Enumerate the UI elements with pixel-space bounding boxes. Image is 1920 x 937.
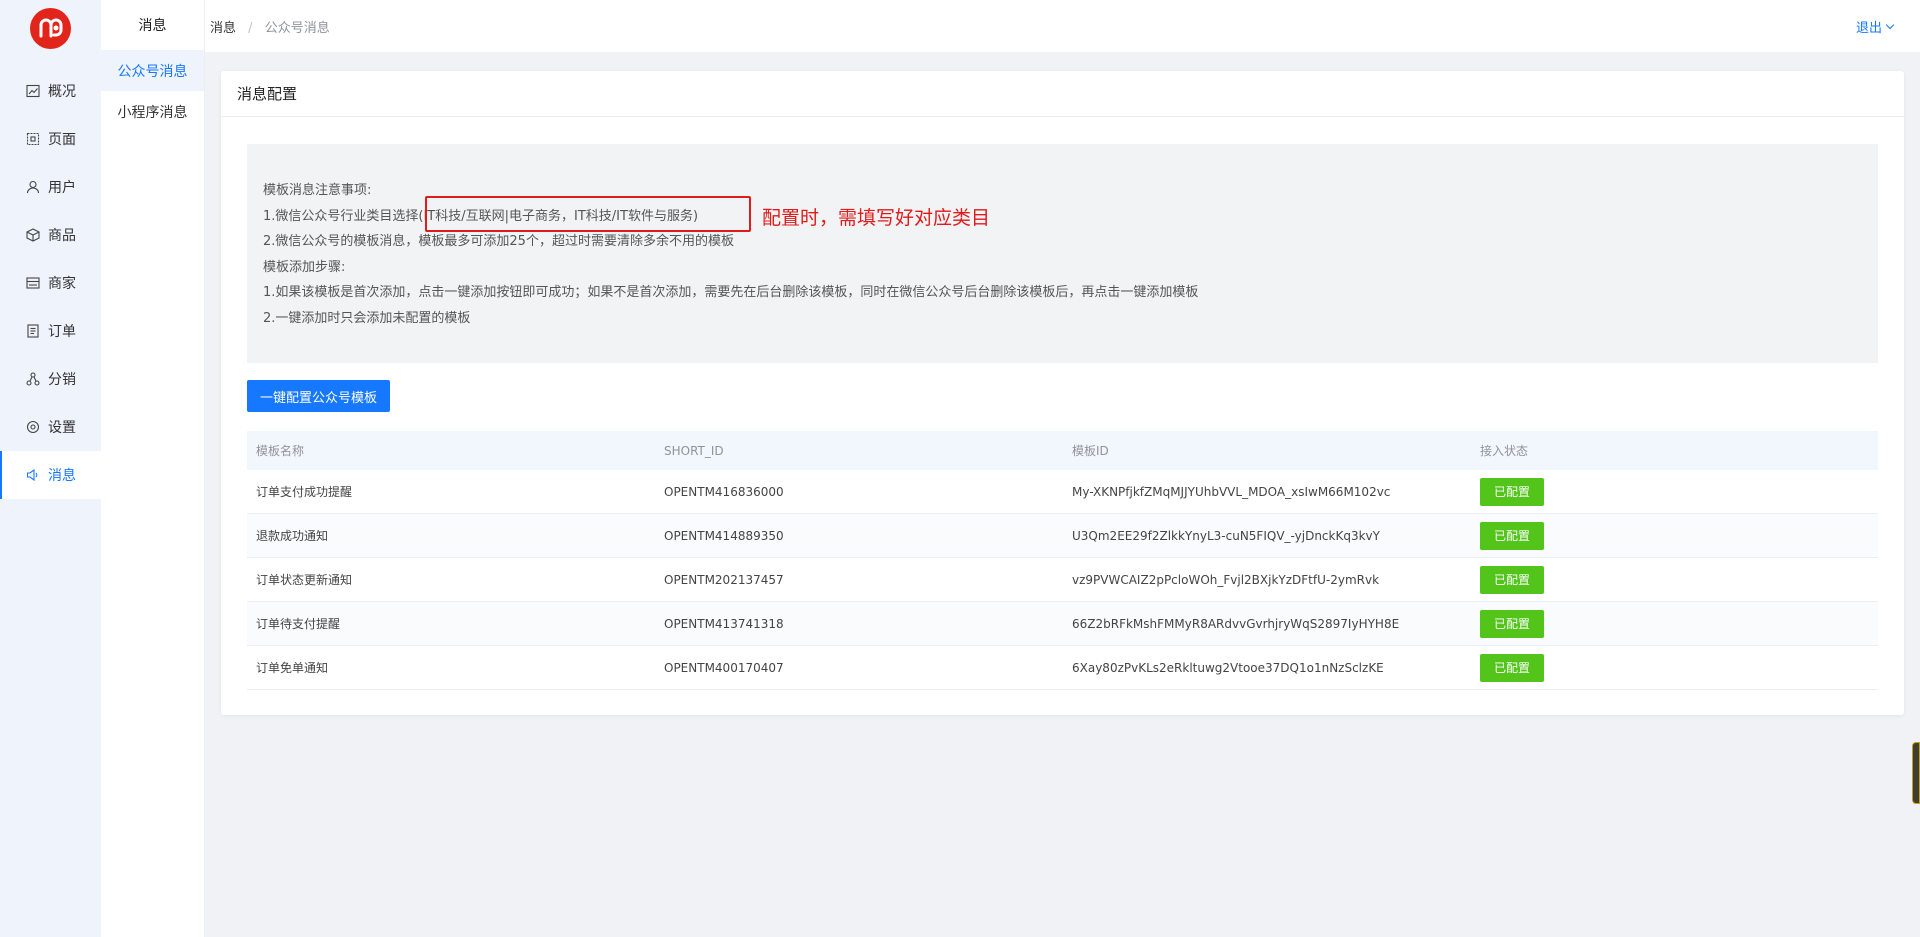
cell-template-id: vz9PVWCAIZ2pPcloWOh_Fvjl2BXjkYzDFtfU-2ym… bbox=[1072, 572, 1380, 587]
floating-side-handle[interactable] bbox=[1912, 742, 1920, 804]
cell-status: 已配置 bbox=[1471, 521, 1878, 550]
nav-item-products[interactable]: 商品 bbox=[0, 211, 101, 259]
table-row: 订单免单通知 OPENTM400170407 6Xay80zPvKLs2eRkl… bbox=[247, 646, 1878, 690]
annotation-text: 配置时，需填写好对应类目 bbox=[762, 207, 991, 229]
breadcrumb-separator: / bbox=[248, 20, 253, 36]
status-badge: 已配置 bbox=[1480, 653, 1544, 682]
cell-template-id: My-XKNPfjkfZMqMJJYUhbVVL_MDOA_xsIwM66M10… bbox=[1072, 484, 1391, 499]
page-icon bbox=[26, 132, 40, 146]
logo-icon bbox=[39, 18, 62, 37]
nav-label: 概况 bbox=[48, 84, 76, 100]
cell-name: 订单待支付提醒 bbox=[256, 617, 341, 631]
cell-name: 退款成功通知 bbox=[256, 529, 329, 543]
table-header: 模板名称 SHORT_ID 模板ID 接入状态 bbox=[247, 431, 1878, 470]
nav-label: 消息 bbox=[48, 468, 76, 484]
notice-line: 1.微信公众号行业类目选择(IT科技/互联网|电子商务，IT科技/IT软件与服务… bbox=[263, 208, 699, 224]
order-icon bbox=[27, 324, 39, 338]
nav-label: 设置 bbox=[48, 420, 76, 436]
nav-item-pages[interactable]: 页面 bbox=[0, 115, 101, 163]
nav-item-messages[interactable]: 消息 bbox=[0, 451, 101, 499]
nav-label: 订单 bbox=[48, 324, 76, 340]
distribution-icon bbox=[26, 372, 40, 386]
user-icon bbox=[26, 180, 40, 194]
nav-label: 用户 bbox=[48, 180, 76, 196]
nav-item-orders[interactable]: 订单 bbox=[0, 307, 101, 355]
header-short-id: SHORT_ID bbox=[664, 443, 724, 458]
cell-short-id: OPENTM413741318 bbox=[664, 616, 784, 631]
header-template-name: 模板名称 bbox=[256, 444, 305, 458]
cell-status: 已配置 bbox=[1471, 653, 1878, 682]
nav-label: 页面 bbox=[48, 132, 76, 148]
nav-item-merchants[interactable]: 商家 bbox=[0, 259, 101, 307]
header-template-id: 模板ID bbox=[1072, 444, 1109, 458]
nav-item-distribution[interactable]: 分销 bbox=[0, 355, 101, 403]
notice-line: 模板添加步骤: bbox=[263, 259, 346, 275]
chart-icon bbox=[26, 84, 40, 98]
main-sidebar: 概况 页面 用户 商品 商家 订单 分销 设置 消息 bbox=[0, 0, 101, 937]
notice-line: 2.微信公众号的模板消息，模板最多可添加25个，超过时需要清除多余不用的模板 bbox=[263, 234, 734, 249]
box-icon bbox=[26, 228, 40, 242]
store-icon bbox=[26, 277, 40, 289]
status-badge: 已配置 bbox=[1480, 565, 1544, 594]
cell-status: 已配置 bbox=[1471, 609, 1878, 638]
chevron-down-icon bbox=[1885, 20, 1895, 29]
header-status: 接入状态 bbox=[1480, 444, 1529, 458]
card-title: 消息配置 bbox=[221, 71, 1904, 117]
breadcrumb-parent[interactable]: 消息 bbox=[210, 21, 236, 36]
cell-template-id: U3Qm2EE29f2ZlkkYnyL3-cuN5FIQV_-yjDnckKq3… bbox=[1072, 528, 1380, 543]
nav-label: 商品 bbox=[48, 228, 76, 244]
table-body: 订单支付成功提醒 OPENTM416836000 My-XKNPfjkfZMqM… bbox=[247, 470, 1878, 690]
table-row: 订单支付成功提醒 OPENTM416836000 My-XKNPfjkfZMqM… bbox=[247, 470, 1878, 514]
cell-short-id: OPENTM400170407 bbox=[664, 660, 784, 675]
cell-name: 订单状态更新通知 bbox=[256, 573, 353, 587]
config-template-button[interactable]: 一键配置公众号模板 bbox=[247, 380, 390, 412]
cell-status: 已配置 bbox=[1471, 565, 1878, 594]
notice-line: 2.一键添加时只会添加未配置的模板 bbox=[263, 310, 471, 326]
cell-name: 订单免单通知 bbox=[256, 661, 329, 675]
breadcrumb-current: 公众号消息 bbox=[264, 20, 330, 36]
sub-item-official-account[interactable]: 公众号消息 bbox=[101, 50, 204, 91]
status-badge: 已配置 bbox=[1480, 477, 1544, 506]
sub-item-mini-program[interactable]: 小程序消息 bbox=[101, 91, 204, 132]
nav-label: 分销 bbox=[48, 372, 76, 388]
table-row: 订单状态更新通知 OPENTM202137457 vz9PVWCAIZ2pPcl… bbox=[247, 558, 1878, 602]
nav-item-overview[interactable]: 概况 bbox=[0, 67, 101, 115]
main-nav: 概况 页面 用户 商品 商家 订单 分销 设置 消息 bbox=[0, 67, 101, 499]
cell-status: 已配置 bbox=[1471, 477, 1878, 506]
logout-label: 退出 bbox=[1855, 21, 1882, 36]
status-badge: 已配置 bbox=[1480, 521, 1544, 550]
secondary-sidebar-title: 消息 bbox=[138, 18, 167, 34]
breadcrumb: 消息 / 公众号消息 bbox=[210, 17, 330, 36]
app-logo[interactable] bbox=[30, 8, 71, 49]
settings-icon bbox=[26, 420, 40, 434]
notice-line: 模板消息注意事项: bbox=[263, 183, 372, 198]
cell-short-id: OPENTM416836000 bbox=[664, 484, 784, 499]
cell-name: 订单支付成功提醒 bbox=[256, 485, 353, 499]
secondary-sidebar: 消息 公众号消息 小程序消息 bbox=[101, 0, 205, 937]
top-bar: 消息 / 公众号消息 退出 bbox=[205, 0, 1920, 52]
template-table: 模板名称 SHORT_ID 模板ID 接入状态 订单支付成功提醒 OPENTM4… bbox=[247, 431, 1878, 690]
cell-template-id: 66Z2bRFkMshFMMyR8ARdvvGvrhjryWqS2897IyHY… bbox=[1072, 616, 1400, 631]
cell-short-id: OPENTM414889350 bbox=[664, 528, 784, 543]
logout-button[interactable]: 退出 bbox=[1855, 17, 1895, 36]
cell-short-id: OPENTM202137457 bbox=[664, 572, 784, 587]
nav-item-settings[interactable]: 设置 bbox=[0, 403, 101, 451]
nav-label: 商家 bbox=[48, 276, 76, 292]
message-icon bbox=[26, 468, 38, 482]
table-row: 退款成功通知 OPENTM414889350 U3Qm2EE29f2ZlkkYn… bbox=[247, 514, 1878, 558]
notice-box: 模板消息注意事项: 1.微信公众号行业类目选择(IT科技/互联网|电子商务，IT… bbox=[247, 144, 1878, 363]
cell-template-id: 6Xay80zPvKLs2eRkltuwg2Vtooe37DQ1o1nNzScl… bbox=[1072, 660, 1384, 675]
status-badge: 已配置 bbox=[1480, 609, 1544, 638]
nav-item-users[interactable]: 用户 bbox=[0, 163, 101, 211]
table-row: 订单待支付提醒 OPENTM413741318 66Z2bRFkMshFMMyR… bbox=[247, 602, 1878, 646]
notice-line: 1.如果该模板是首次添加，点击一键添加按钮即可成功；如果不是首次添加，需要先在后… bbox=[263, 285, 1199, 300]
